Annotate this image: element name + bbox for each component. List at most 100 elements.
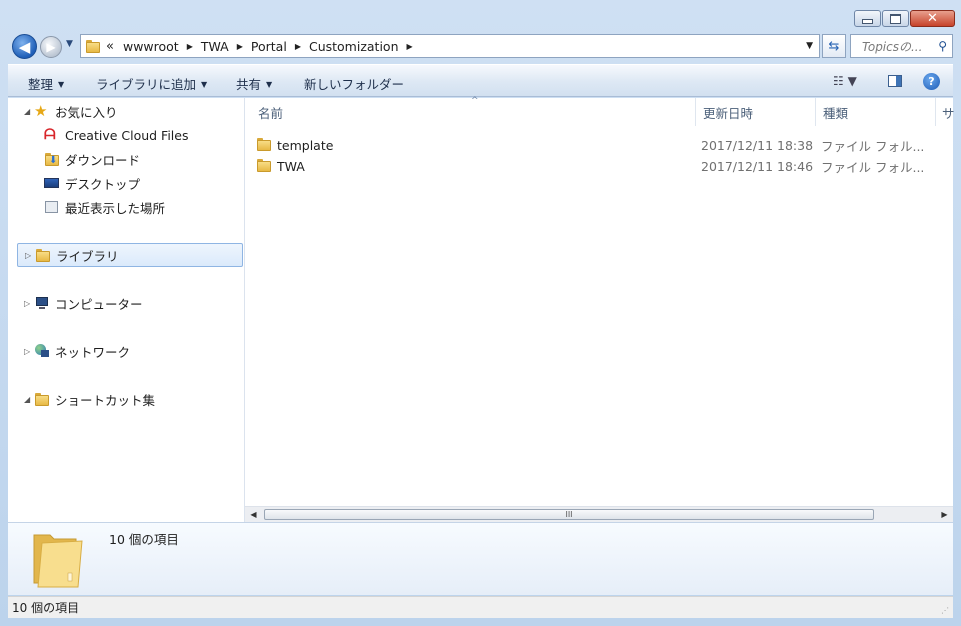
sidebar-item-favorites[interactable]: ◢ ★ お気に入り [24,101,118,121]
horizontal-scrollbar[interactable]: ◀ III ▶ [245,506,953,522]
scroll-right-icon[interactable]: ▶ [936,507,953,522]
recent-pages-dropdown[interactable]: ▼ [66,39,73,49]
maximize-icon [890,13,901,24]
chevron-right-icon[interactable]: ▶ [237,42,243,51]
forward-button[interactable]: ▶ [40,36,62,58]
scroll-left-icon[interactable]: ◀ [245,507,262,522]
sidebar-item-creative-cloud[interactable]: ᗩ Creative Cloud Files [44,125,189,145]
maximize-button[interactable] [882,10,909,27]
status-bar: 10 個の項目 ⋰ [8,596,953,618]
close-icon: ✕ [927,11,938,26]
libraries-icon [35,247,51,263]
help-icon[interactable]: ? [923,73,940,90]
sidebar-item-label: お気に入り [55,104,118,120]
column-header-name[interactable]: 名前 [258,98,283,126]
computer-icon [34,295,50,311]
creative-cloud-icon: ᗩ [44,127,56,143]
address-dropdown-icon[interactable]: ▼ [806,41,813,51]
recent-places-icon [44,199,60,215]
sidebar-item-network[interactable]: ▷ ネットワーク [24,341,130,361]
sidebar-item-libraries[interactable]: ▷ ライブラリ [17,243,243,267]
search-icon[interactable]: ⚲ [938,39,947,53]
column-divider[interactable] [815,98,816,126]
sidebar-item-label: Creative Cloud Files [65,127,189,143]
minimize-button[interactable] [854,10,881,27]
expanded-arrow-icon[interactable]: ◢ [24,395,34,404]
share-label: 共有 [236,77,262,92]
chevron-right-icon[interactable]: ▶ [295,42,301,51]
refresh-icon: ⇆ [828,38,840,54]
expanded-arrow-icon[interactable]: ◢ [24,107,34,116]
file-list: ^ 名前 更新日時 種類 サ template 2017/12/11 18:38… [245,96,955,522]
sidebar-item-recent-places[interactable]: 最近表示した場所 [44,197,165,217]
chevron-right-icon[interactable]: ▶ [187,42,193,51]
file-type: ファイル フォル... [821,159,925,175]
navigation-pane: ◢ ★ お気に入り ᗩ Creative Cloud Files ⬇ ダウンロー… [8,98,245,522]
dropdown-arrow-icon: ▼ [266,80,273,89]
star-icon: ★ [34,102,48,120]
resize-grip-icon[interactable]: ⋰ [941,606,949,615]
close-button[interactable]: ✕ [910,10,955,27]
minimize-icon [862,19,873,24]
back-arrow-icon: ◀ [18,37,31,56]
column-header-type[interactable]: 種類 [823,98,848,126]
folder-icon [257,138,271,151]
column-header-modified[interactable]: 更新日時 [703,98,753,126]
command-bar: 整理 ▼ ライブラリに追加 ▼ 共有 ▼ 新しいフォルダー ☷ ▼ ? [8,64,953,97]
chevron-right-icon[interactable]: ▶ [407,42,413,51]
preview-pane-icon[interactable] [888,75,902,87]
collapsed-arrow-icon[interactable]: ▷ [24,347,34,356]
search-placeholder: Topicsの... [862,39,923,54]
organize-button[interactable]: 整理 ▼ [28,74,64,93]
sidebar-item-label: コンピューター [55,296,143,312]
scrollbar-thumb[interactable]: III [264,509,874,520]
search-input[interactable]: Topicsの... ⚲ [850,34,953,58]
breadcrumb-item-wwwroot[interactable]: wwwroot [123,39,179,54]
downloads-folder-icon: ⬇ [44,151,60,167]
sidebar-item-desktop[interactable]: デスクトップ [44,173,140,193]
share-button[interactable]: 共有 ▼ [236,74,272,93]
sidebar-item-label: デスクトップ [65,176,141,192]
file-modified: 2017/12/11 18:38 [701,137,814,153]
dropdown-arrow-icon: ▼ [201,80,208,89]
table-row[interactable]: template 2017/12/11 18:38 ファイル フォル... [257,135,947,155]
sidebar-item-label: ネットワーク [55,344,131,360]
column-divider[interactable] [695,98,696,126]
folder-icon [86,39,100,53]
add-to-library-button[interactable]: ライブラリに追加 ▼ [96,74,207,93]
scrollbar-grip: III [565,510,573,519]
breadcrumb-item-portal[interactable]: Portal [251,39,287,54]
breadcrumb-item-twa[interactable]: TWA [201,39,229,54]
sidebar-item-label: 最近表示した場所 [65,200,166,216]
breadcrumb-item-customization[interactable]: Customization [309,39,399,54]
collapsed-arrow-icon[interactable]: ▷ [25,251,35,260]
new-folder-button[interactable]: 新しいフォルダー [304,74,404,93]
window-controls: ✕ [853,10,955,27]
file-name: template [277,137,334,153]
view-options-icon[interactable]: ☷ ▼ [833,74,857,88]
folder-icon [257,159,271,172]
sort-ascending-icon: ^ [471,96,479,106]
desktop-icon [44,175,60,191]
folder-icon [34,391,50,407]
breadcrumb-overflow[interactable]: « [106,39,114,54]
refresh-button[interactable]: ⇆ [822,34,846,58]
back-button[interactable]: ◀ [12,34,37,59]
network-icon [34,343,50,359]
column-divider[interactable] [935,98,936,126]
sidebar-item-computer[interactable]: ▷ コンピューター [24,293,143,313]
organize-label: 整理 [28,77,54,92]
explorer-window: ✕ ◀ ▶ ▼ « wwwroot ▶ TWA ▶ Portal ▶ Custo… [0,0,961,626]
navigation-row: ◀ ▶ ▼ « wwwroot ▶ TWA ▶ Portal ▶ Customi… [10,33,953,61]
breadcrumb: « wwwroot ▶ TWA ▶ Portal ▶ Customization… [106,39,421,54]
forward-arrow-icon: ▶ [46,40,56,54]
collapsed-arrow-icon[interactable]: ▷ [24,299,34,308]
address-bar[interactable]: « wwwroot ▶ TWA ▶ Portal ▶ Customization… [80,34,820,58]
sidebar-item-shortcuts[interactable]: ◢ ショートカット集 [24,389,155,409]
file-name: TWA [277,158,305,174]
status-text: 10 個の項目 [12,601,80,615]
sidebar-item-label: ライブラリ [56,248,119,264]
sidebar-item-downloads[interactable]: ⬇ ダウンロード [44,149,140,169]
column-header-size[interactable]: サ [942,98,955,126]
table-row[interactable]: TWA 2017/12/11 18:46 ファイル フォル... [257,156,947,176]
